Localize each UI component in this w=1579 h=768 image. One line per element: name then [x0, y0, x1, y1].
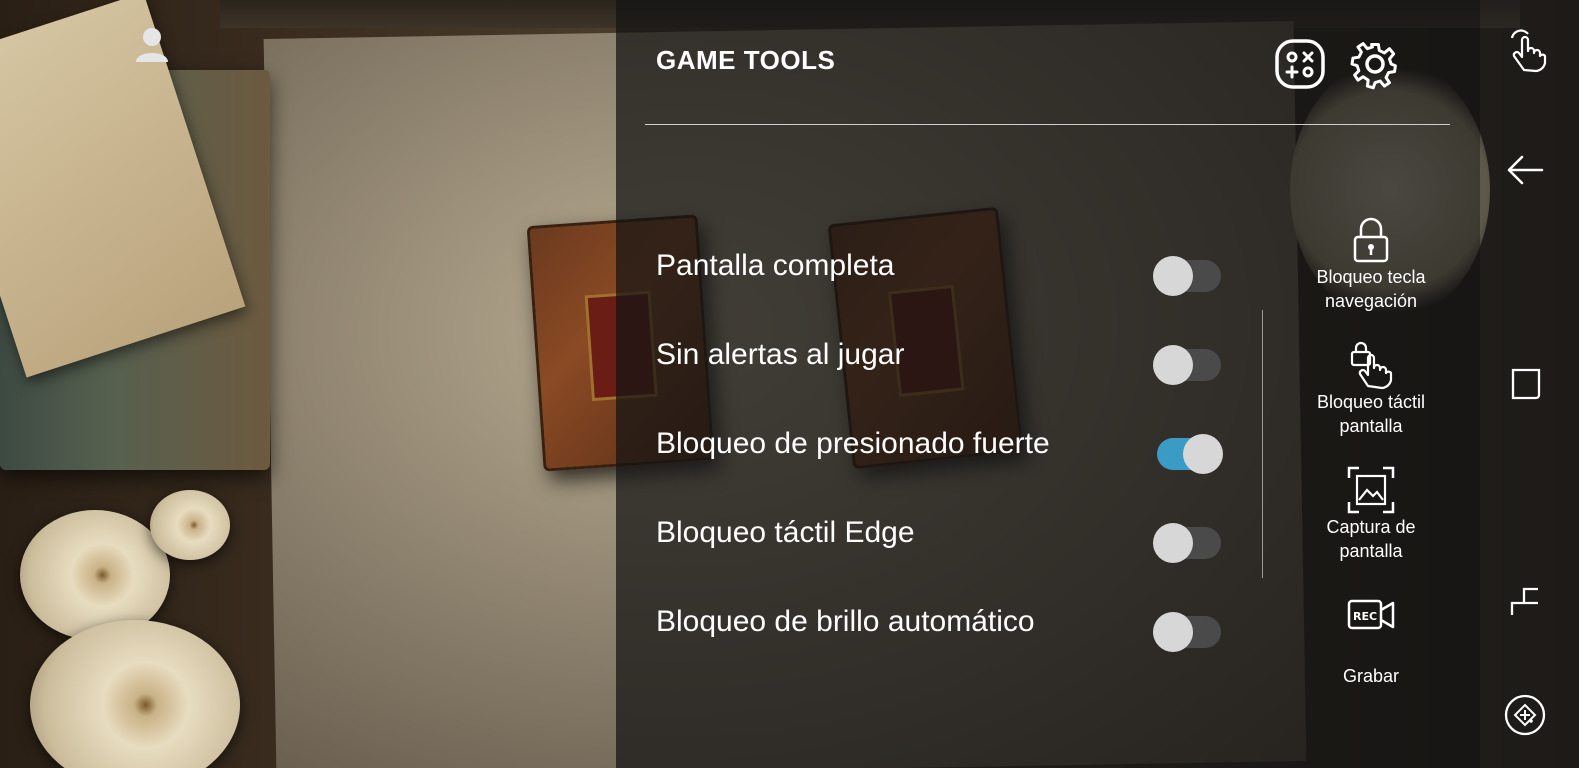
setting-label: Bloqueo táctil Edge	[656, 516, 915, 549]
setting-label: Pantalla completa	[656, 249, 895, 282]
tool-label: Grabar	[1342, 666, 1400, 686]
tool-screenshot[interactable]: Captura de pantalla	[1296, 465, 1446, 563]
setting-row-presionado-fuerte[interactable]: Bloqueo de presionado fuerte	[656, 415, 1226, 475]
setting-row-pantalla-completa[interactable]: Pantalla completa	[656, 237, 1226, 297]
back-arrow-icon[interactable]	[1500, 145, 1550, 195]
tool-spacer	[1296, 640, 1446, 664]
game-tools-panel: GAME TOOLS Pantalla completa Sin alertas…	[616, 0, 1480, 768]
record-icon: REC	[1346, 590, 1396, 640]
settings-gear-icon[interactable]	[1349, 38, 1401, 90]
no-alerts-toggle[interactable]	[1153, 343, 1221, 385]
setting-row-sin-alertas[interactable]: Sin alertas al jugar	[656, 326, 1226, 386]
touch-lock-icon	[1346, 340, 1396, 390]
tool-label: Bloqueo táctil	[1316, 392, 1426, 412]
game-launcher-icon[interactable]	[1274, 38, 1326, 90]
tool-label: pantalla	[1339, 416, 1403, 436]
home-gesture-icon[interactable]	[1500, 575, 1550, 625]
tool-record[interactable]: REC Grabar	[1296, 590, 1446, 688]
lock-icon	[1346, 215, 1396, 265]
fullscreen-toggle[interactable]	[1153, 254, 1221, 296]
user-profile-icon[interactable]	[132, 24, 172, 64]
panel-title: GAME TOOLS	[656, 45, 836, 75]
setting-row-tactil-edge[interactable]: Bloqueo táctil Edge	[656, 504, 1226, 564]
screenshot-icon	[1346, 465, 1396, 515]
tool-screen-touch-lock[interactable]: Bloqueo táctil pantalla	[1296, 340, 1446, 438]
tool-navigation-key-lock[interactable]: Bloqueo tecla navegación	[1296, 215, 1446, 313]
title-divider	[645, 124, 1450, 125]
setting-label: Sin alertas al jugar	[656, 338, 905, 371]
svg-text:REC: REC	[1353, 610, 1377, 623]
tool-label: pantalla	[1339, 541, 1403, 561]
setting-row-brillo-automatico[interactable]: Bloqueo de brillo automático	[656, 593, 1226, 653]
tool-label: Captura de	[1326, 517, 1416, 537]
game-tools-screen: GAME TOOLS Pantalla completa Sin alertas…	[0, 0, 1579, 768]
tool-label: navegación	[1324, 291, 1418, 311]
touch-gesture-icon[interactable]	[1500, 24, 1550, 74]
recent-apps-icon[interactable]	[1500, 358, 1550, 408]
background-candle	[150, 490, 230, 560]
auto-brightness-lock-toggle[interactable]	[1153, 610, 1221, 652]
setting-label: Bloqueo de presionado fuerte	[656, 427, 1050, 460]
game-controller-icon[interactable]	[1500, 690, 1550, 740]
tool-label: Bloqueo tecla	[1316, 267, 1426, 287]
tools-divider	[1262, 310, 1263, 578]
setting-label: Bloqueo de brillo automático	[656, 605, 1035, 638]
navigation-strip	[1480, 0, 1579, 768]
hard-press-lock-toggle[interactable]	[1153, 432, 1223, 474]
edge-touch-lock-toggle[interactable]	[1153, 521, 1221, 563]
